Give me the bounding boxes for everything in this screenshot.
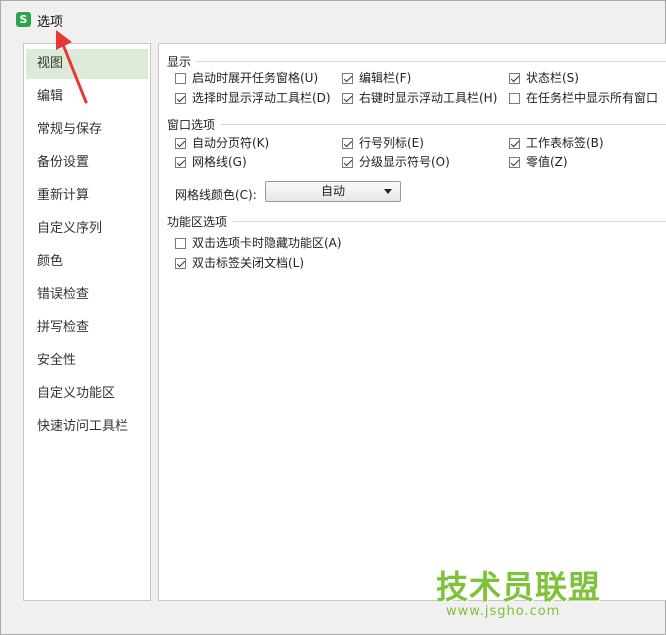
checkbox-box[interactable] — [342, 73, 353, 84]
sidebar-item-recalc[interactable]: 重新计算 — [26, 181, 148, 211]
gridline-color-value: 自动 — [320, 184, 345, 198]
checkbox-status-bar[interactable]: 状态栏(S) — [509, 70, 579, 86]
sidebar-item-security[interactable]: 安全性 — [26, 346, 148, 376]
checkbox-box[interactable] — [342, 138, 353, 149]
group-divider — [221, 124, 666, 125]
checkbox-expand-taskpane[interactable]: 启动时展开任务窗格(U) — [175, 70, 318, 86]
checkbox-dblclick-close-doc[interactable]: 双击标签关闭文档(L) — [175, 255, 304, 271]
checkbox-float-toolbar-rightclick[interactable]: 右键时显示浮动工具栏(H) — [342, 90, 497, 106]
sidebar-item-colors[interactable]: 颜色 — [26, 247, 148, 277]
sidebar-item-spell-check[interactable]: 拼写检查 — [26, 313, 148, 343]
gridline-color-dropdown[interactable]: 自动 — [265, 181, 401, 202]
sidebar-item-backup[interactable]: 备份设置 — [26, 148, 148, 178]
checkbox-box[interactable] — [342, 157, 353, 168]
sidebar-item-general-save[interactable]: 常规与保存 — [26, 115, 148, 145]
checkbox-zero-values[interactable]: 零值(Z) — [509, 154, 568, 170]
sidebar-item-custom-lists[interactable]: 自定义序列 — [26, 214, 148, 244]
checkbox-box[interactable] — [175, 73, 186, 84]
group-title-display: 显示 — [167, 55, 192, 69]
checkbox-box[interactable] — [509, 138, 520, 149]
checkbox-sheet-tabs[interactable]: 工作表标签(B) — [509, 135, 604, 151]
checkbox-box[interactable] — [175, 93, 186, 104]
checkbox-box[interactable] — [342, 93, 353, 104]
red-annotation-arrow-icon — [56, 30, 88, 104]
title-bar: S 选项 — [1, 1, 665, 37]
checkbox-auto-page-break[interactable]: 自动分页符(K) — [175, 135, 269, 151]
checkbox-show-all-windows-taskbar[interactable]: 在任务栏中显示所有窗口 — [509, 90, 658, 106]
options-sidebar: 视图 编辑 常规与保存 备份设置 重新计算 自定义序列 颜色 错误检查 拼写检查… — [23, 43, 151, 601]
checkbox-box[interactable] — [175, 258, 186, 269]
checkbox-outline-symbols[interactable]: 分级显示符号(O) — [342, 154, 450, 170]
options-dialog: S 选项 视图 编辑 常规与保存 备份设置 重新计算 自定义序列 颜色 错误检查… — [0, 0, 666, 635]
checkbox-box[interactable] — [509, 157, 520, 168]
watermark-url: www.jsgho.com — [446, 604, 561, 619]
sidebar-item-quick-access[interactable]: 快速访问工具栏 — [26, 412, 148, 442]
watermark-title: 技术员联盟 — [436, 568, 602, 606]
gridline-color-label: 网格线颜色(C): — [175, 188, 257, 202]
checkbox-box[interactable] — [175, 157, 186, 168]
checkbox-gridlines[interactable]: 网格线(G) — [175, 154, 247, 170]
checkbox-box[interactable] — [175, 238, 186, 249]
wps-app-icon: S — [16, 12, 31, 27]
group-title-window-options: 窗口选项 — [167, 118, 216, 132]
checkbox-float-toolbar-select[interactable]: 选择时显示浮动工具栏(D) — [175, 90, 331, 106]
group-divider — [195, 61, 666, 62]
checkbox-box[interactable] — [509, 93, 520, 104]
sidebar-item-custom-ribbon[interactable]: 自定义功能区 — [26, 379, 148, 409]
watermark: 技术员联盟 www.jsgho.com — [436, 570, 601, 619]
chevron-down-icon — [384, 189, 392, 194]
group-title-ribbon-options: 功能区选项 — [167, 215, 228, 229]
checkbox-box[interactable] — [509, 73, 520, 84]
view-options-panel: 显示 启动时展开任务窗格(U) 编辑栏(F) 状态栏(S) 选择时显示浮动工具栏… — [158, 43, 666, 601]
group-divider — [233, 221, 666, 222]
checkbox-dblclick-hide-ribbon[interactable]: 双击选项卡时隐藏功能区(A) — [175, 235, 342, 251]
checkbox-row-col-headers[interactable]: 行号列标(E) — [342, 135, 424, 151]
sidebar-item-error-check[interactable]: 错误检查 — [26, 280, 148, 310]
checkbox-box[interactable] — [175, 138, 186, 149]
checkbox-formula-bar[interactable]: 编辑栏(F) — [342, 70, 411, 86]
